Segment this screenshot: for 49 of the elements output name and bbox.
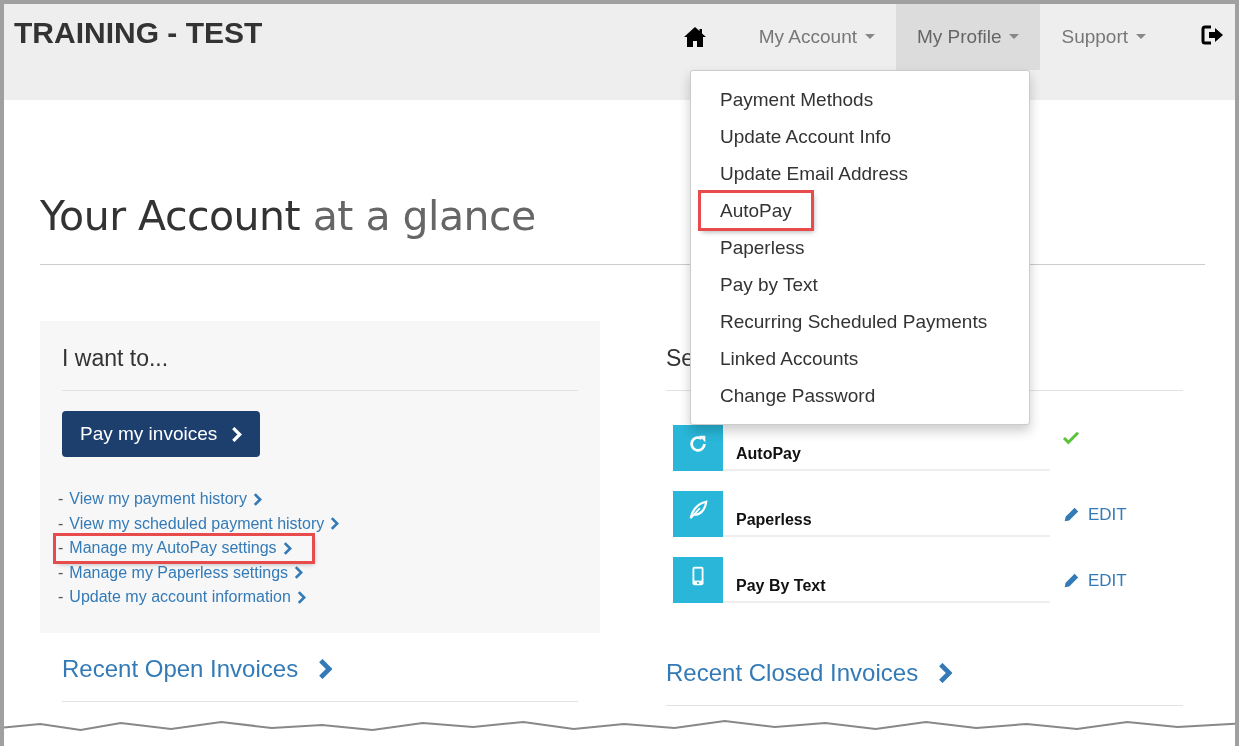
panel-heading: I want to... bbox=[62, 345, 170, 372]
section-link[interactable]: Recent Open Invoices bbox=[62, 655, 299, 683]
menu-item[interactable]: Pay by Text bbox=[691, 266, 818, 303]
caret-icon bbox=[1009, 34, 1020, 40]
chevron-icon bbox=[231, 426, 243, 442]
chevron-icon bbox=[330, 517, 340, 531]
quick-link[interactable]: View my payment history bbox=[69, 487, 247, 512]
menu-item[interactable]: Paperless bbox=[691, 229, 805, 266]
chevron-icon bbox=[938, 663, 953, 683]
dash-mark: - bbox=[58, 587, 64, 607]
dash-mark: - bbox=[58, 538, 64, 558]
quick-link[interactable]: Manage my Paperless settings bbox=[69, 560, 289, 585]
nav-menu[interactable]: Support bbox=[1040, 4, 1167, 70]
menu-item[interactable]: AutoPay bbox=[700, 192, 812, 229]
refresh-icon bbox=[687, 433, 709, 455]
menu-item[interactable]: Recurring Scheduled Payments bbox=[691, 303, 988, 340]
dash-mark: - bbox=[58, 513, 64, 534]
edit-link[interactable]: EDIT bbox=[1062, 505, 1127, 525]
menu-item[interactable]: Payment Methods bbox=[691, 81, 874, 118]
chevron-icon bbox=[294, 566, 304, 580]
logout-icon[interactable] bbox=[1201, 24, 1225, 46]
chevron-icon bbox=[252, 492, 262, 506]
nav-menu[interactable]: My Profile bbox=[896, 4, 1041, 70]
quick-link[interactable]: Update my account information bbox=[69, 585, 291, 610]
chevron-icon bbox=[282, 541, 292, 555]
caret-icon bbox=[865, 34, 875, 40]
menu-item[interactable]: Update Email Address bbox=[691, 155, 908, 192]
pencil-icon bbox=[1062, 506, 1080, 524]
chevron-icon bbox=[296, 590, 306, 604]
leaf-icon bbox=[687, 499, 709, 521]
menu-item[interactable]: Linked Accounts bbox=[691, 340, 859, 377]
setting-label: Paperless bbox=[723, 511, 1050, 537]
menu-item[interactable]: Update Account Info bbox=[691, 118, 892, 155]
setting-label: AutoPay bbox=[723, 445, 1050, 471]
dash-mark: - bbox=[58, 562, 64, 583]
nav-menu[interactable]: My Account bbox=[737, 4, 896, 70]
pay-invoices-button[interactable]: Pay my invoices bbox=[62, 411, 261, 457]
edit-link[interactable]: EDIT bbox=[1062, 571, 1127, 591]
dash-mark: - bbox=[58, 489, 64, 509]
menu-item[interactable]: Change Password bbox=[691, 377, 876, 414]
section-link[interactable]: Recent Closed Invoices bbox=[666, 659, 919, 687]
setting-label: Pay By Text bbox=[723, 577, 1050, 603]
quick-link[interactable]: Manage my AutoPay settings bbox=[69, 536, 277, 561]
pencil-icon bbox=[1062, 572, 1080, 590]
quick-link[interactable]: View my scheduled payment history bbox=[69, 511, 325, 536]
page-title: Your Account at a glance bbox=[40, 192, 536, 240]
brand-title: TRAINING - TEST bbox=[13, 15, 263, 50]
caret-icon bbox=[1136, 34, 1146, 40]
chevron-icon bbox=[318, 659, 333, 679]
